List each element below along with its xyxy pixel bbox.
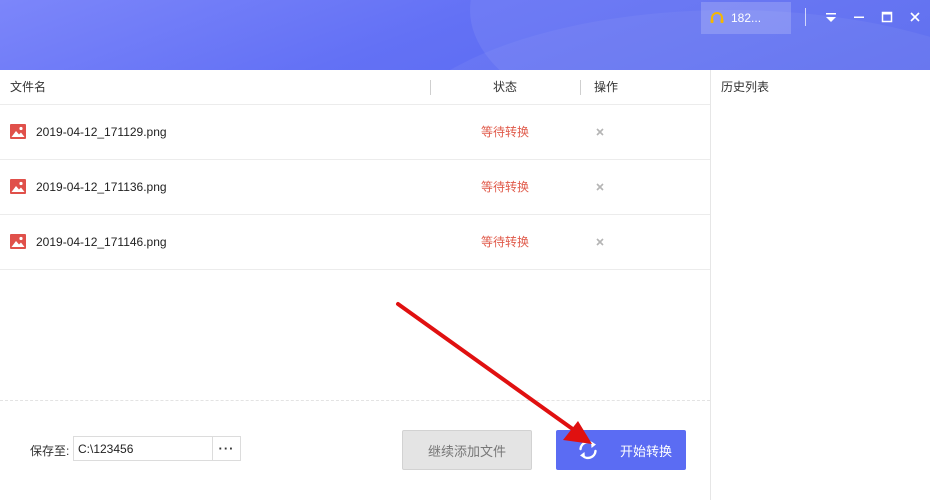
table-row[interactable]: 2019-04-12_171146.png 等待转换	[0, 215, 710, 270]
close-icon	[596, 238, 604, 246]
column-filename: 文件名	[10, 80, 47, 94]
save-to-label: 保存至:	[30, 444, 70, 458]
file-status: 等待转换	[480, 235, 529, 249]
column-divider	[430, 80, 431, 95]
headset-icon	[710, 12, 724, 23]
header-divider	[805, 8, 806, 26]
title-bar: 182...	[0, 0, 930, 70]
user-label: 182...	[731, 11, 762, 25]
image-file-icon	[10, 234, 26, 249]
column-status: 状态	[492, 80, 517, 94]
ellipsis-icon: ···	[218, 441, 235, 456]
close-icon	[596, 128, 604, 136]
dropdown-menu-button[interactable]	[820, 6, 842, 28]
remove-file-button[interactable]	[594, 126, 606, 138]
history-title: 历史列表	[721, 80, 770, 94]
refresh-icon	[579, 440, 597, 460]
remove-file-button[interactable]	[594, 181, 606, 193]
user-account-button[interactable]: 182...	[701, 2, 791, 34]
start-convert-label: 开始转换	[620, 443, 673, 459]
table-row[interactable]: 2019-04-12_171129.png 等待转换	[0, 105, 710, 160]
image-file-icon	[10, 179, 26, 194]
close-icon	[596, 183, 604, 191]
image-file-icon	[10, 124, 26, 139]
maximize-icon	[881, 11, 893, 23]
file-status: 等待转换	[480, 180, 529, 194]
file-name: 2019-04-12_171129.png	[36, 125, 167, 139]
column-action: 操作	[594, 80, 619, 94]
column-divider	[580, 80, 581, 95]
minimize-button[interactable]	[848, 6, 870, 28]
table-row[interactable]: 2019-04-12_171136.png 等待转换	[0, 160, 710, 215]
browse-folder-button[interactable]: ···	[212, 436, 241, 461]
add-more-files-label: 继续添加文件	[427, 443, 506, 459]
footer-divider	[0, 400, 710, 401]
history-panel: 历史列表	[710, 70, 930, 500]
table-header: 文件名 状态 操作	[0, 70, 710, 105]
minimize-icon	[854, 16, 864, 18]
file-list-panel: 文件名 状态 操作 2019-04-12_171129.png 等待转换 201…	[0, 70, 710, 500]
file-status: 等待转换	[480, 125, 529, 139]
file-name: 2019-04-12_171136.png	[36, 180, 167, 194]
close-icon	[910, 12, 920, 22]
dropdown-menu-icon	[826, 13, 836, 22]
start-convert-button[interactable]: 开始转换	[556, 430, 686, 470]
remove-file-button[interactable]	[594, 236, 606, 248]
maximize-button[interactable]	[876, 6, 898, 28]
close-button[interactable]	[904, 6, 926, 28]
file-name: 2019-04-12_171146.png	[36, 235, 167, 249]
save-path-input[interactable]	[73, 436, 213, 461]
add-more-files-button[interactable]: 继续添加文件	[402, 430, 532, 470]
